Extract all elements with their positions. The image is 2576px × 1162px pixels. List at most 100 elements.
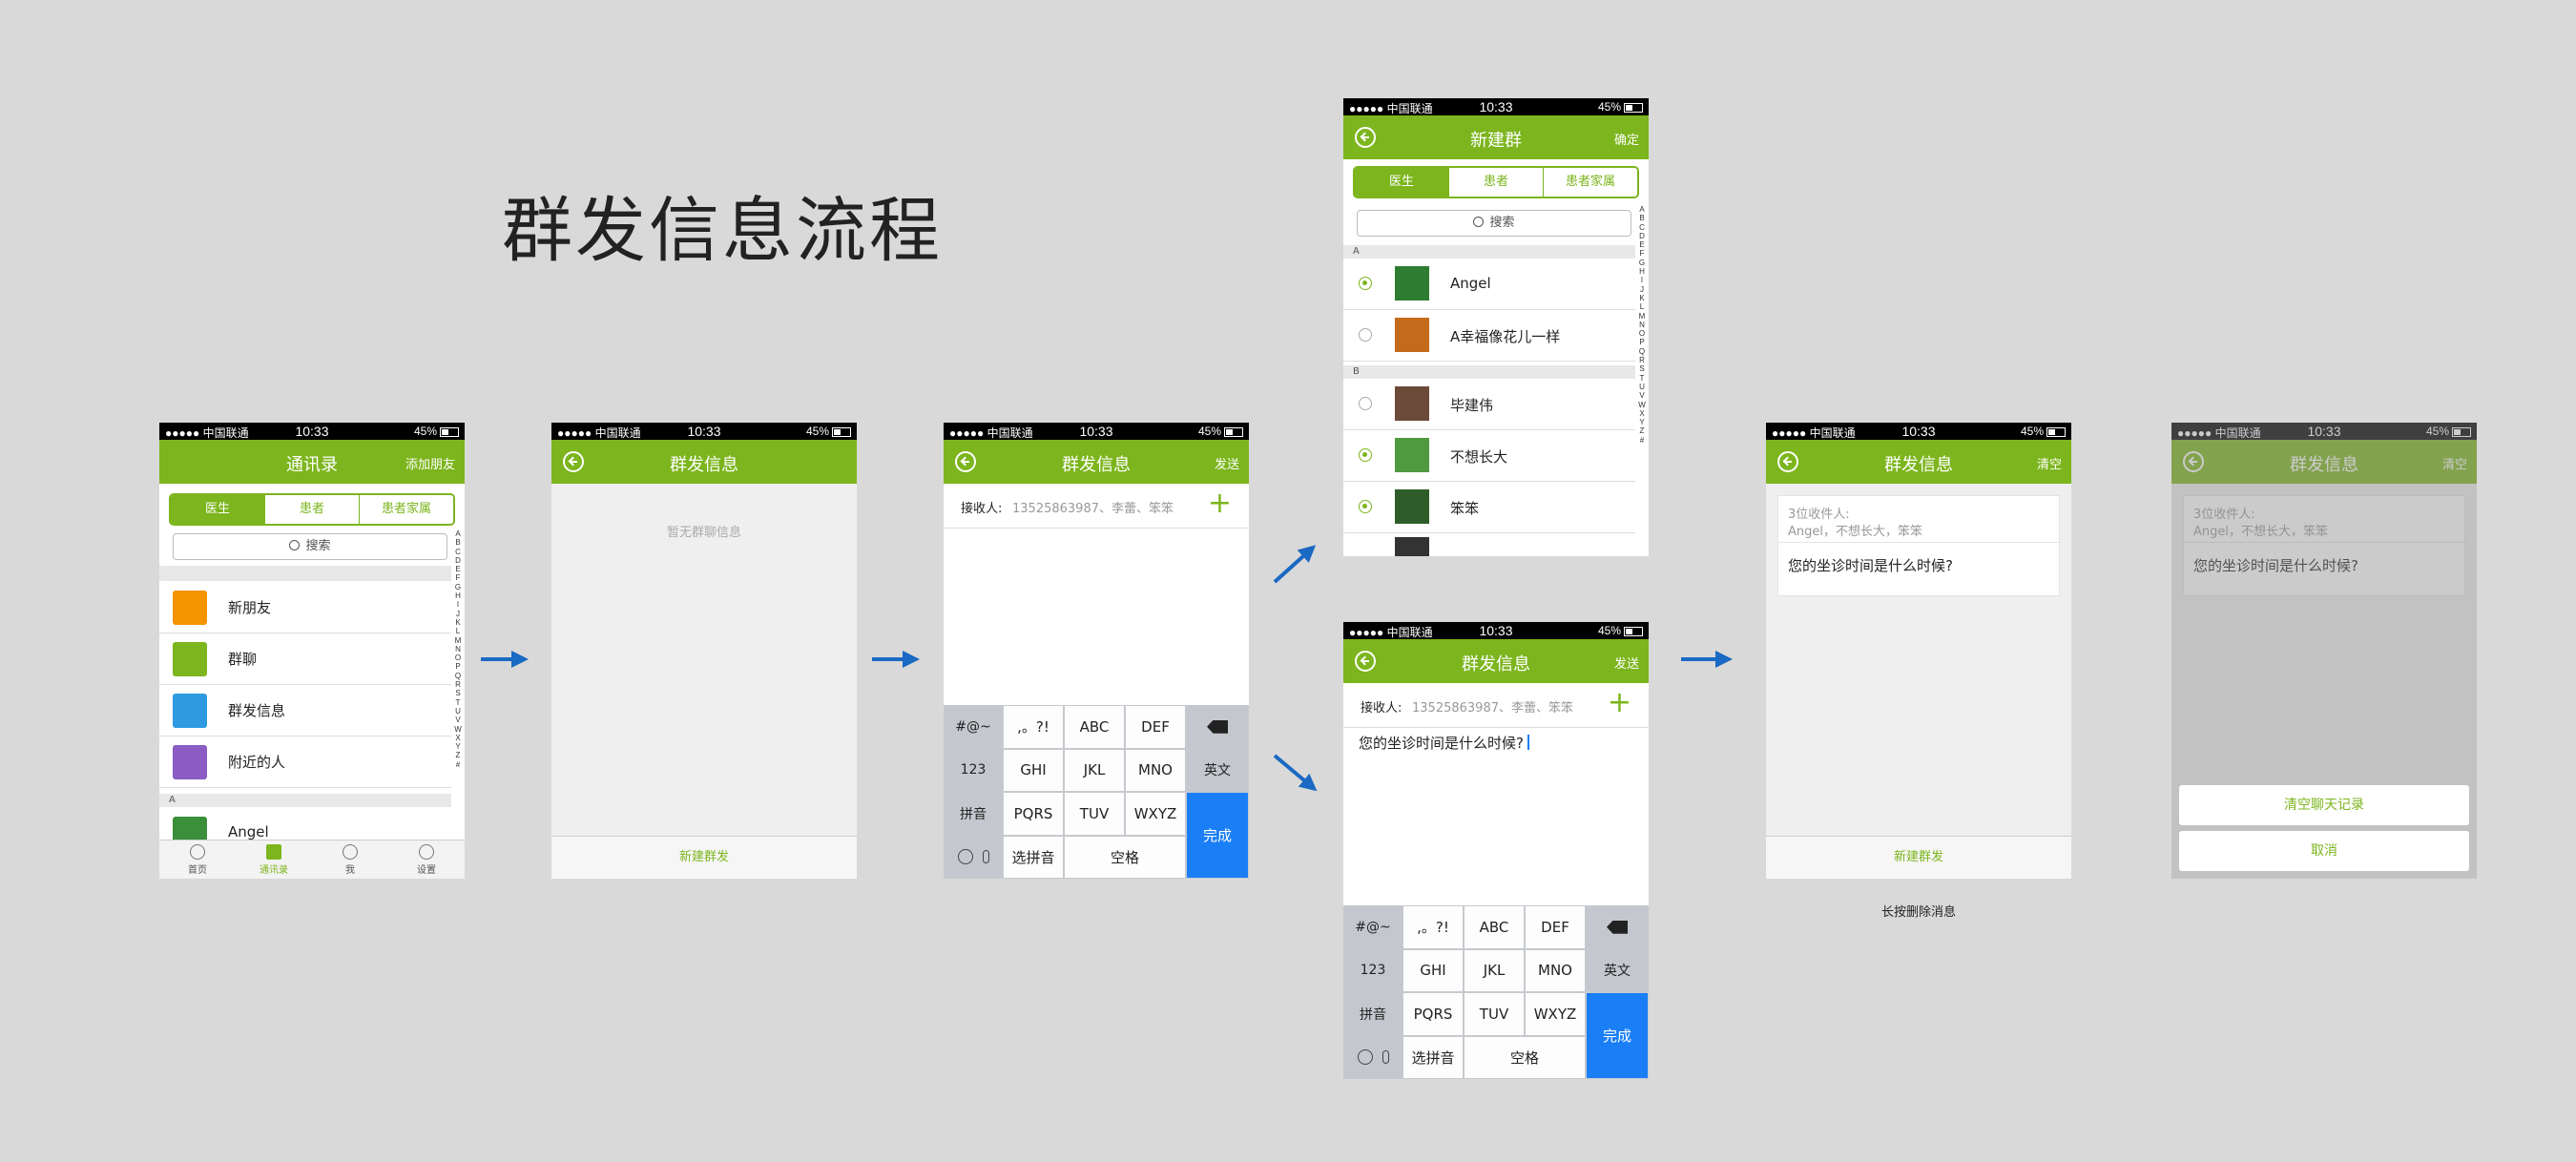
add-recipient-icon[interactable]: + bbox=[1608, 689, 1631, 717]
clear-history-button[interactable]: 清空聊天记录 bbox=[2179, 785, 2469, 825]
message-input[interactable]: 您的坐诊时间是什么时候? bbox=[1359, 733, 1529, 753]
key-ghi[interactable]: GHI bbox=[1003, 748, 1064, 792]
delete-key[interactable] bbox=[1586, 905, 1649, 949]
index-letter[interactable]: S bbox=[453, 689, 463, 697]
key-pinyin[interactable]: 拼音 bbox=[944, 792, 1003, 836]
index-letter[interactable]: W bbox=[1637, 401, 1647, 409]
key-punct[interactable]: ,。?! bbox=[1003, 705, 1064, 749]
key-english[interactable]: 英文 bbox=[1586, 948, 1649, 992]
index-letter[interactable]: U bbox=[1637, 383, 1647, 391]
key-jkl[interactable]: JKL bbox=[1464, 948, 1525, 992]
alpha-index[interactable]: A B C D E F G H I J K L M N O P Q R S T U V W X Y Z # bbox=[453, 529, 463, 769]
index-letter[interactable]: H bbox=[1637, 267, 1647, 276]
recipient-field[interactable]: 接收人: 13525863987、李蕾、笨笨 + bbox=[944, 484, 1249, 529]
key-tuv[interactable]: TUV bbox=[1464, 992, 1525, 1036]
contact-row[interactable]: A幸福像花儿一样 bbox=[1343, 310, 1635, 362]
index-letter[interactable]: A bbox=[1637, 205, 1647, 214]
done-key[interactable]: 完成 bbox=[1586, 992, 1649, 1079]
key-mno[interactable]: MNO bbox=[1525, 948, 1586, 992]
clear-button[interactable]: 清空 bbox=[2037, 454, 2062, 472]
radio-selected[interactable] bbox=[1359, 448, 1372, 462]
tab-contacts[interactable]: 通讯录 bbox=[236, 840, 312, 879]
index-letter[interactable]: J bbox=[1637, 285, 1647, 294]
key-abc[interactable]: ABC bbox=[1464, 905, 1525, 949]
send-button[interactable]: 发送 bbox=[1215, 454, 1239, 472]
segment-doctor[interactable]: 医生 bbox=[1355, 168, 1448, 197]
radio-selected[interactable] bbox=[1359, 500, 1372, 513]
index-letter[interactable]: N bbox=[1637, 321, 1647, 329]
contact-row[interactable]: 笨笨 bbox=[1343, 482, 1635, 533]
search-input[interactable]: 搜索 bbox=[173, 533, 447, 560]
key-123[interactable]: 123 bbox=[944, 748, 1003, 792]
key-english[interactable]: 英文 bbox=[1186, 748, 1249, 792]
index-letter[interactable]: M bbox=[1637, 312, 1647, 321]
index-letter[interactable]: Y bbox=[453, 742, 463, 751]
contact-row[interactable]: 毕建伟 bbox=[1343, 379, 1635, 430]
index-letter[interactable]: O bbox=[453, 654, 463, 662]
key-pqrs[interactable]: PQRS bbox=[1003, 792, 1064, 836]
index-letter[interactable]: B bbox=[453, 538, 463, 547]
index-letter[interactable]: R bbox=[453, 680, 463, 689]
segment-family[interactable]: 患者家属 bbox=[359, 495, 453, 524]
radio-selected[interactable] bbox=[1359, 277, 1372, 290]
done-key[interactable]: 完成 bbox=[1186, 792, 1249, 879]
segment-patient[interactable]: 患者 bbox=[1448, 168, 1543, 197]
index-letter[interactable]: F bbox=[453, 573, 463, 582]
key-tuv[interactable]: TUV bbox=[1064, 792, 1125, 836]
index-letter[interactable]: F bbox=[1637, 249, 1647, 258]
contact-row[interactable] bbox=[1343, 533, 1635, 556]
index-letter[interactable]: O bbox=[1637, 329, 1647, 338]
index-letter[interactable]: X bbox=[1637, 409, 1647, 418]
key-punct[interactable]: ,。?! bbox=[1402, 905, 1464, 949]
globe-mic-keys[interactable] bbox=[1343, 1035, 1402, 1079]
new-broadcast-button[interactable]: 新建群发 bbox=[1766, 836, 2071, 879]
index-letter[interactable]: D bbox=[1637, 232, 1647, 240]
key-def[interactable]: DEF bbox=[1525, 905, 1586, 949]
key-symbols[interactable]: #@~ bbox=[1343, 905, 1402, 949]
index-letter[interactable]: L bbox=[453, 627, 463, 635]
index-letter[interactable]: Q bbox=[453, 672, 463, 680]
radio-unselected[interactable] bbox=[1359, 397, 1372, 410]
index-letter[interactable]: H bbox=[453, 591, 463, 600]
list-item-group-chat[interactable]: 群聊 bbox=[159, 633, 451, 685]
alpha-index[interactable]: A B C D E F G H I J K L M N O P Q R S T U V W X Y Z # bbox=[1637, 205, 1647, 445]
message-card[interactable]: 3位收件人: Angel，不想长大，笨笨 您的坐诊时间是什么时候? bbox=[1777, 495, 2060, 596]
index-letter[interactable]: T bbox=[1637, 374, 1647, 383]
index-letter[interactable]: N bbox=[453, 645, 463, 654]
index-letter[interactable]: G bbox=[1637, 259, 1647, 267]
tab-settings[interactable]: 设置 bbox=[388, 840, 465, 879]
index-letter[interactable]: A bbox=[453, 529, 463, 538]
search-input[interactable]: 搜索 bbox=[1357, 210, 1631, 237]
radio-unselected[interactable] bbox=[1359, 328, 1372, 342]
cancel-button[interactable]: 取消 bbox=[2179, 831, 2469, 871]
index-letter[interactable]: Z bbox=[1637, 426, 1647, 435]
new-broadcast-button[interactable]: 新建群发 bbox=[551, 836, 857, 879]
tab-home[interactable]: 首页 bbox=[159, 840, 236, 879]
index-letter[interactable]: C bbox=[453, 548, 463, 556]
add-friend-button[interactable]: 添加朋友 bbox=[405, 454, 455, 472]
index-letter[interactable]: V bbox=[453, 716, 463, 724]
key-wxyz[interactable]: WXYZ bbox=[1525, 992, 1586, 1036]
key-symbols[interactable]: #@~ bbox=[944, 705, 1003, 749]
space-key[interactable]: 空格 bbox=[1464, 1035, 1586, 1079]
index-letter[interactable]: S bbox=[1637, 364, 1647, 373]
index-letter[interactable]: R bbox=[1637, 356, 1647, 364]
recipient-field[interactable]: 接收人: 13525863987、李蕾、笨笨 + bbox=[1343, 683, 1649, 728]
tab-me[interactable]: 我 bbox=[312, 840, 388, 879]
list-item-new-friend[interactable]: 新朋友 bbox=[159, 581, 451, 633]
key-pqrs[interactable]: PQRS bbox=[1402, 992, 1464, 1036]
index-letter[interactable]: P bbox=[453, 662, 463, 671]
globe-mic-keys[interactable] bbox=[944, 835, 1003, 879]
key-mno[interactable]: MNO bbox=[1125, 748, 1186, 792]
key-ghi[interactable]: GHI bbox=[1402, 948, 1464, 992]
contact-row[interactable]: Angel bbox=[1343, 259, 1635, 310]
delete-key[interactable] bbox=[1186, 705, 1249, 749]
key-123[interactable]: 123 bbox=[1343, 948, 1402, 992]
segment-family[interactable]: 患者家属 bbox=[1543, 168, 1637, 197]
index-letter[interactable]: M bbox=[453, 636, 463, 645]
index-letter[interactable]: I bbox=[453, 600, 463, 609]
index-letter[interactable]: # bbox=[453, 760, 463, 769]
send-button[interactable]: 发送 bbox=[1614, 654, 1639, 672]
index-letter[interactable]: T bbox=[453, 698, 463, 707]
index-letter[interactable]: G bbox=[453, 583, 463, 591]
